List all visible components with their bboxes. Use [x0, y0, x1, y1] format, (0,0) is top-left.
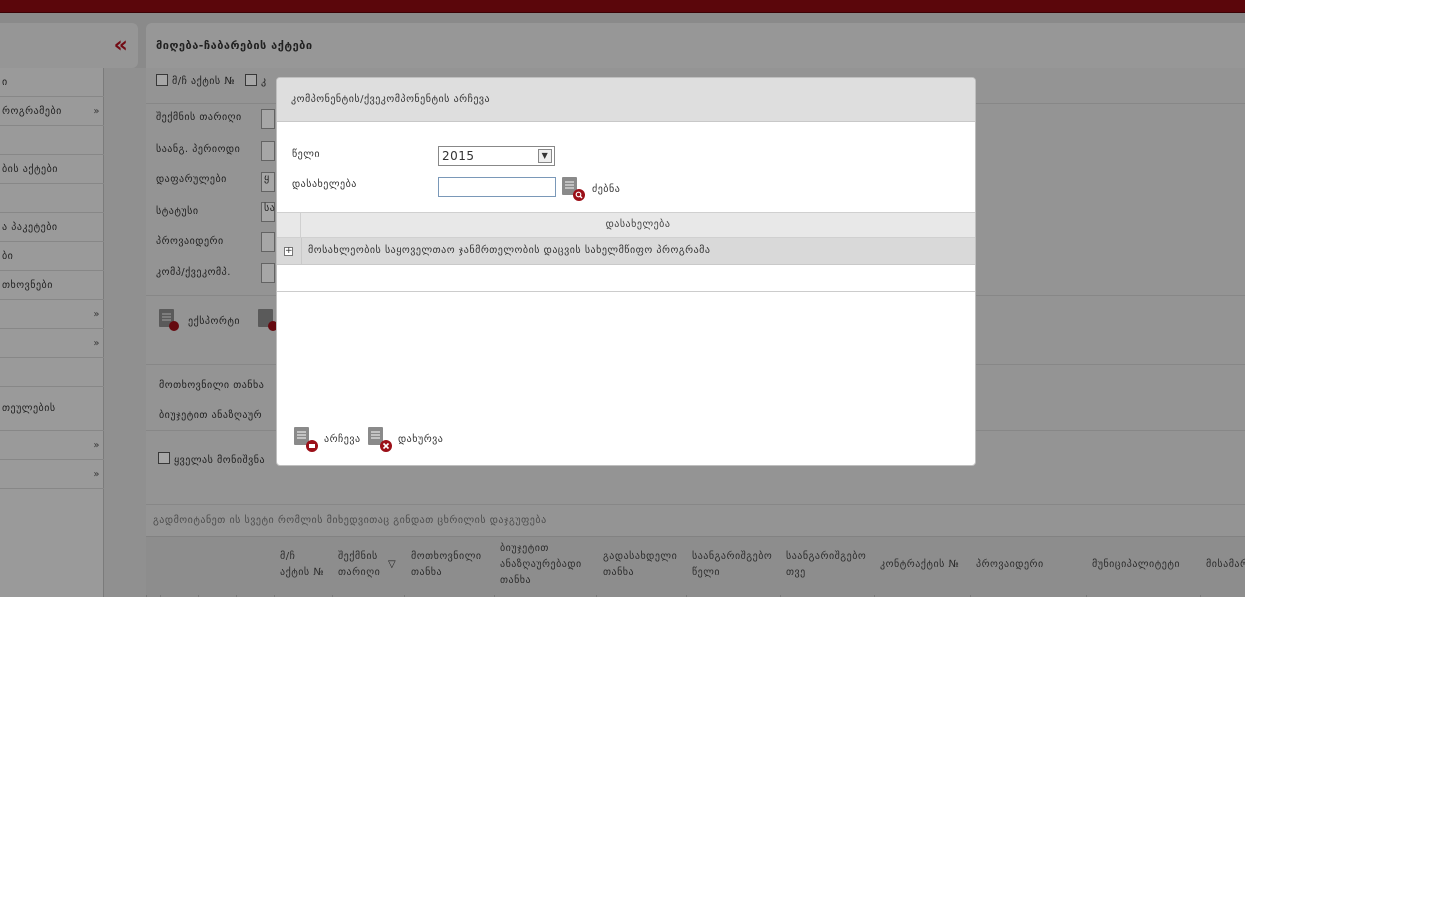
chevron-down-icon[interactable]: ▼: [538, 149, 552, 163]
select-button[interactable]: არჩევა: [293, 426, 363, 454]
grid-expander-header: [277, 213, 301, 239]
select-label: არჩევა: [324, 434, 361, 445]
component-select-dialog: კომპონენტის/ქვეკომპონენტის არჩევა წელი 2…: [276, 77, 976, 466]
year-label: წელი: [292, 149, 321, 160]
app-window: « ი როგრამები» ბის აქტები ა პაკეტები ბი თხოვნ…: [0, 0, 1245, 597]
row-name-cell[interactable]: მოსახლეობის საყოველთაო ჯანმრთელობის დაცვ…: [301, 238, 710, 265]
dialog-title: კომპონენტის/ქვეკომპონენტის არჩევა: [291, 94, 491, 105]
search-label: ძებნა: [592, 184, 621, 195]
close-label: დახურვა: [398, 434, 444, 445]
search-icon: [562, 177, 585, 201]
year-select[interactable]: 2015 ▼: [438, 146, 555, 166]
year-select-value: 2015: [442, 149, 475, 163]
grid-column-name[interactable]: დასახელება: [301, 219, 975, 230]
close-button[interactable]: დახურვა: [367, 426, 447, 454]
table-row[interactable]: + მოსახლეობის საყოველთაო ჯანმრთელობის და…: [277, 238, 975, 265]
search-button[interactable]: ძებნა: [561, 176, 631, 202]
name-label: დასახელება: [292, 179, 357, 190]
component-grid: დასახელება + მოსახლეობის საყოველთაო ჯანმ…: [277, 212, 975, 292]
grid-header: დასახელება: [277, 212, 975, 239]
name-search-input[interactable]: [438, 177, 556, 197]
dialog-header: კომპონენტის/ქვეკომპონენტის არჩევა: [277, 78, 975, 122]
plus-box-icon[interactable]: +: [284, 247, 293, 256]
close-icon: [368, 427, 392, 452]
select-document-icon: [294, 427, 318, 452]
